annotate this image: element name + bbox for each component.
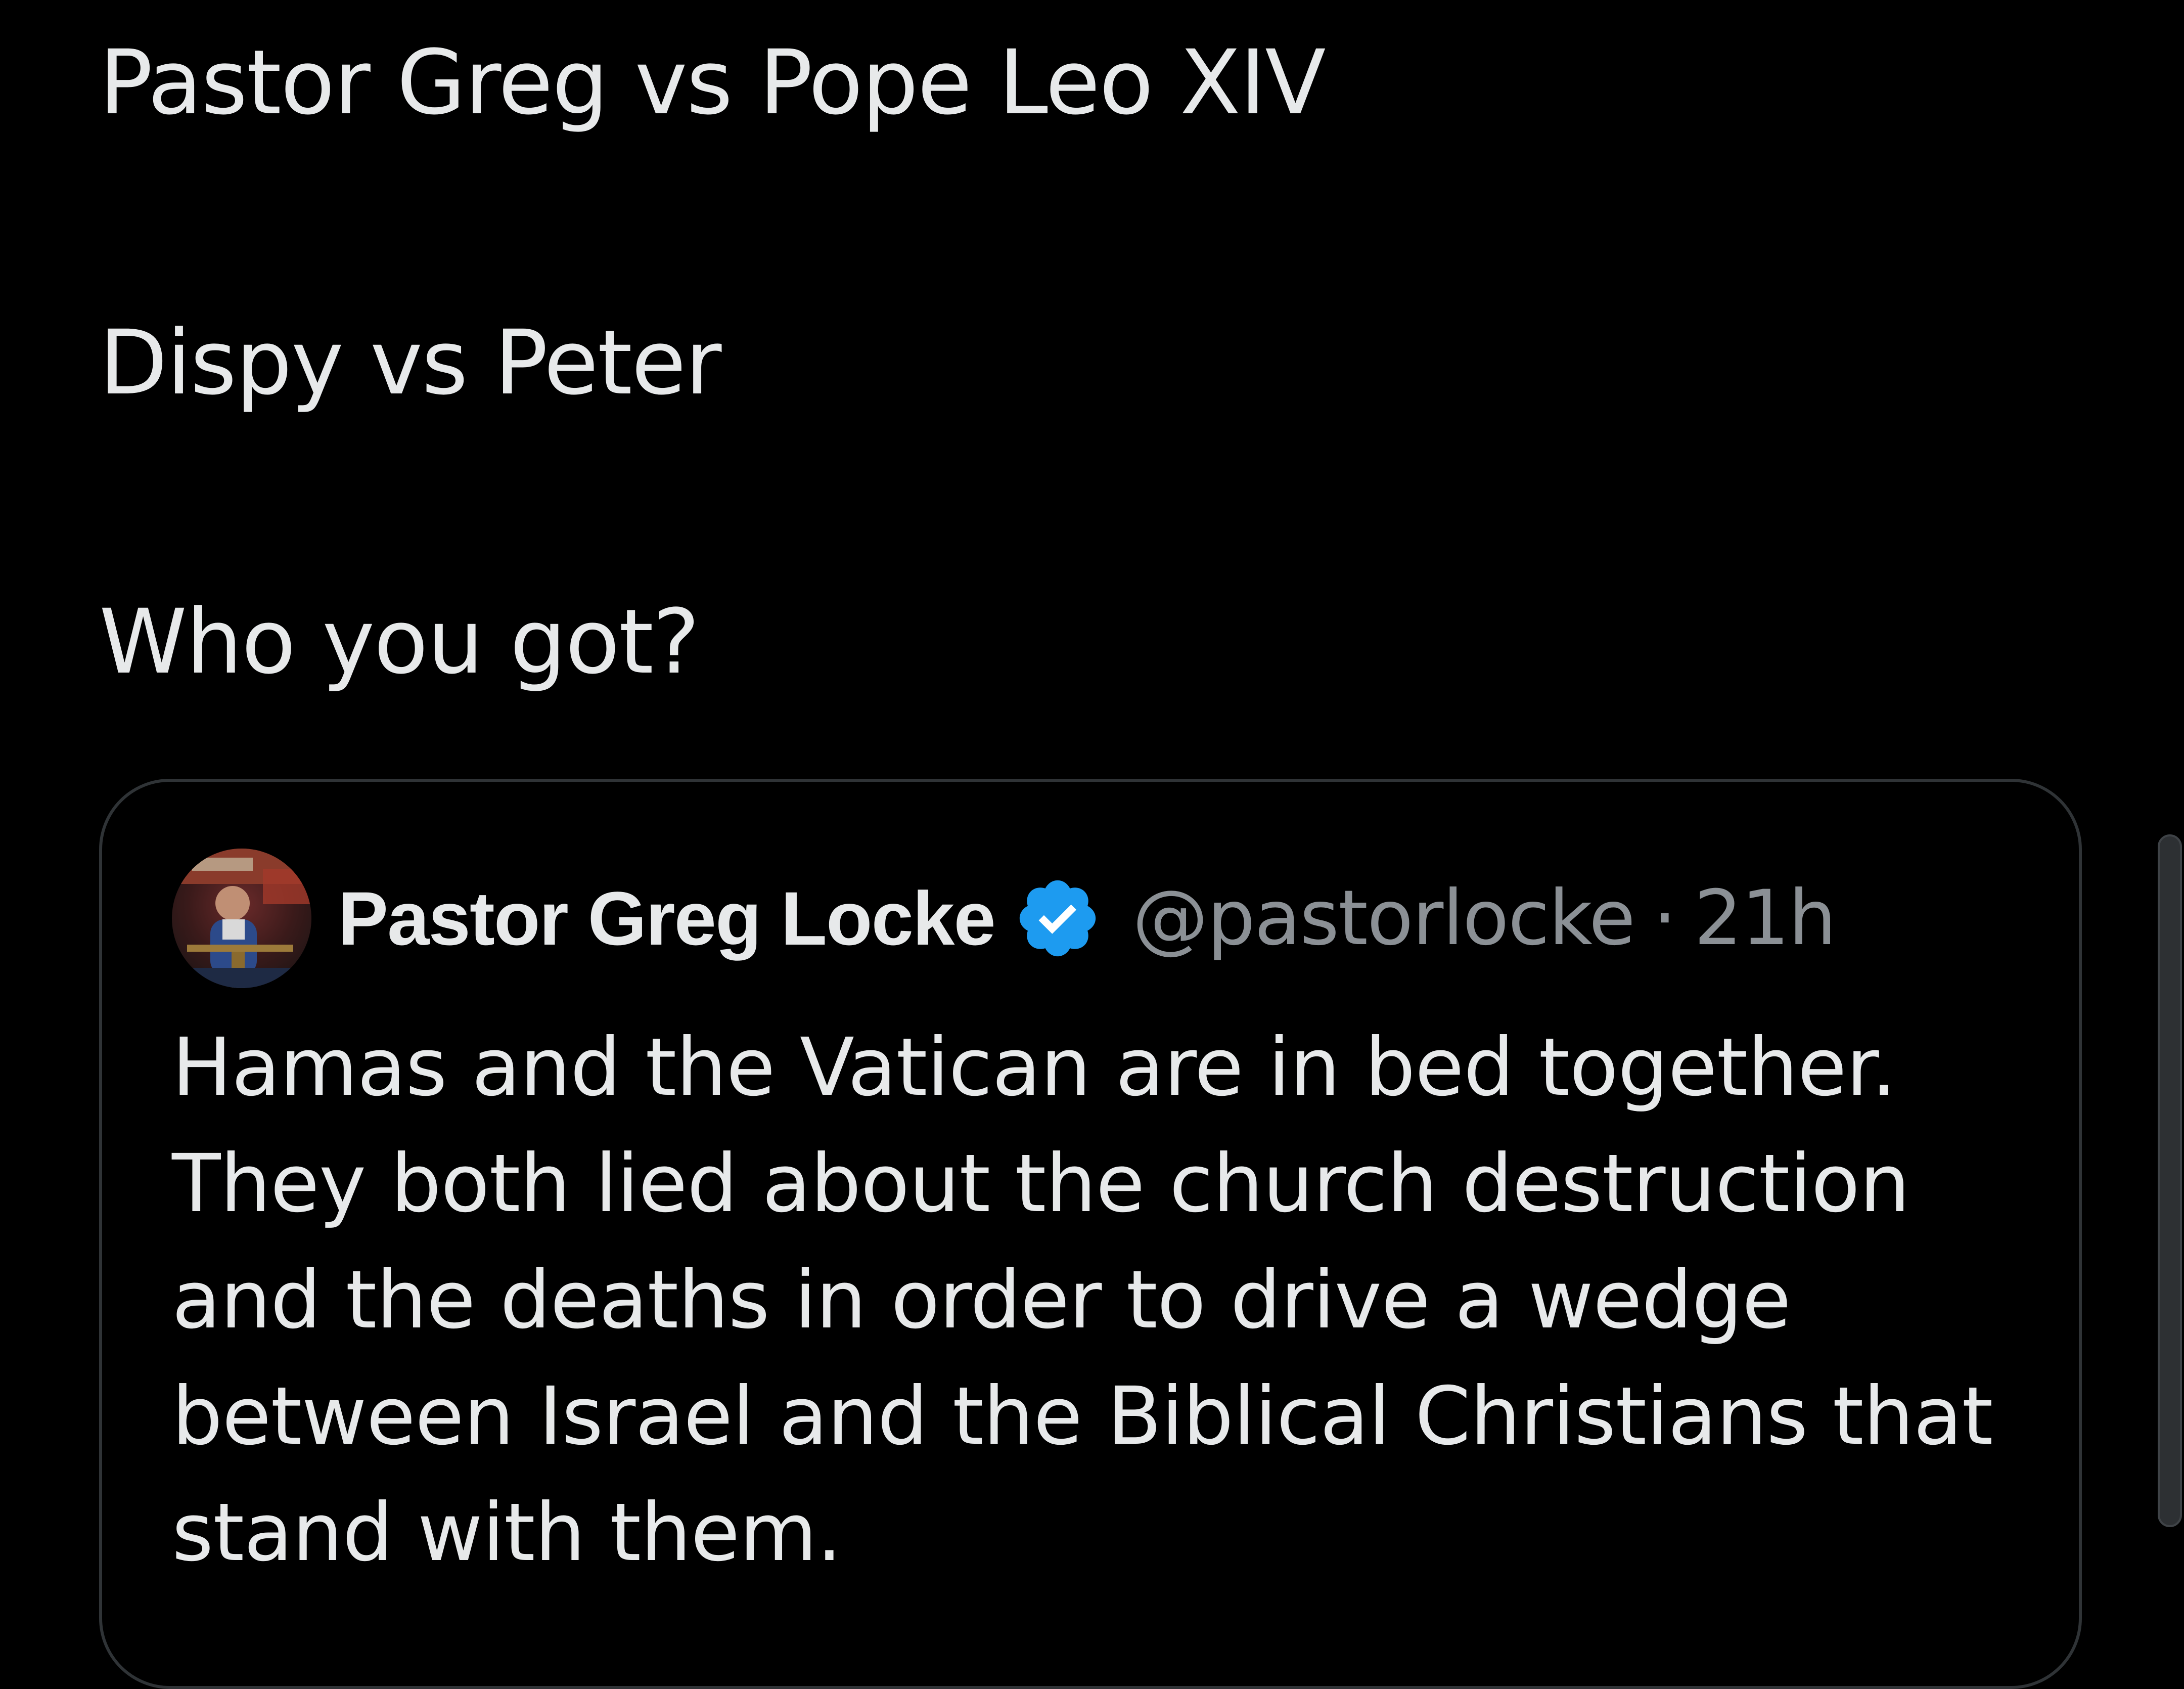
timestamp[interactable]: 21h	[1694, 874, 1837, 962]
display-name[interactable]: Pastor Greg Locke	[338, 875, 996, 962]
separator-dot: ·	[1653, 874, 1677, 962]
handle[interactable]: @pastorlocke	[1132, 874, 1635, 962]
quoted-text-line: between Israel and the Biblical Christia…	[172, 1370, 1993, 1463]
quoted-text-line: stand with them.	[172, 1486, 842, 1579]
quoted-text-line: They both lied about the church destruct…	[172, 1137, 1910, 1230]
scrollbar[interactable]	[2158, 834, 2182, 1527]
tweet-text-line: Who you got?	[99, 590, 700, 694]
quoted-tweet-text: Hamas and the Vatican are in bed togethe…	[172, 1009, 2042, 1591]
quoted-tweet-card[interactable]: Pastor Greg Locke @pastorlocke · 21h Ham…	[99, 779, 2082, 1689]
quoted-text-line: Hamas and the Vatican are in bed togethe…	[172, 1021, 1897, 1114]
verified-badge-icon	[1019, 880, 1096, 957]
quoted-tweet-header: Pastor Greg Locke @pastorlocke · 21h	[172, 848, 1837, 989]
tweet-text-line: Pastor Greg vs Pope Leo XIV	[99, 31, 1326, 135]
avatar-photo	[172, 849, 311, 988]
tweet-text-line: Dispy vs Peter	[99, 311, 722, 415]
quoted-text-line: and the deaths in order to drive a wedge	[172, 1254, 1791, 1347]
avatar[interactable]	[172, 849, 311, 988]
